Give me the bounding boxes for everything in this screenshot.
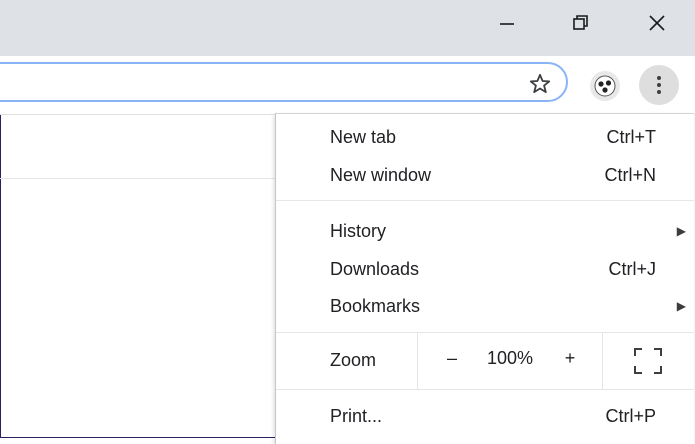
menu-item-label: Bookmarks [330,295,421,316]
profile-avatar-icon [594,75,616,97]
restore-button[interactable] [558,0,604,46]
menu-button[interactable] [639,65,679,105]
menu-item-label: Print... [330,405,383,426]
menu-item-label: New window [330,164,432,185]
menu-separator [276,389,694,390]
menu-separator [276,200,694,201]
browser-toolbar [0,56,695,115]
menu-item-shortcut: Ctrl+J [608,258,656,279]
menu-item-print[interactable]: Print... Ctrl+P [276,397,694,435]
menu-item-new-window[interactable]: New window Ctrl+N [276,156,694,194]
zoom-label: Zoom [330,350,377,370]
profile-avatar-button[interactable] [590,71,620,101]
zoom-out-button[interactable]: – [441,348,463,369]
menu-item-history[interactable]: History ▶ [276,212,694,250]
address-bar[interactable] [0,62,568,102]
menu-item-shortcut: Ctrl+P [605,405,656,426]
menu-item-bookmarks[interactable]: Bookmarks ▶ [276,287,694,325]
minimize-icon [500,23,514,25]
star-icon [529,73,551,93]
close-icon [649,15,665,31]
zoom-in-button[interactable]: + [559,348,581,369]
zoom-row: Zoom – 100% + [276,333,694,389]
minimize-button[interactable] [484,0,530,46]
zoom-divider [602,333,603,389]
fullscreen-icon[interactable] [633,347,663,375]
menu-item-label: New tab [330,126,397,147]
submenu-arrow-icon: ▶ [676,224,686,238]
menu-item-shortcut: Ctrl+N [604,164,656,185]
more-vert-icon [657,76,661,94]
bookmark-star-button[interactable] [526,70,554,98]
restore-icon [573,15,588,30]
menu-item-label: History [330,220,387,241]
submenu-arrow-icon: ▶ [676,299,686,313]
page-divider [0,178,276,179]
menu-item-label: Downloads [330,258,420,279]
menu-item-new-tab[interactable]: New tab Ctrl+T [276,118,694,156]
menu-item-shortcut: Ctrl+T [606,126,657,147]
menu-item-downloads[interactable]: Downloads Ctrl+J [276,250,694,288]
chrome-menu: New tab Ctrl+T New window Ctrl+N History… [275,113,694,444]
close-button[interactable] [634,0,680,46]
zoom-level: 100% [486,348,534,368]
zoom-divider [417,333,418,389]
title-bar [0,0,695,56]
